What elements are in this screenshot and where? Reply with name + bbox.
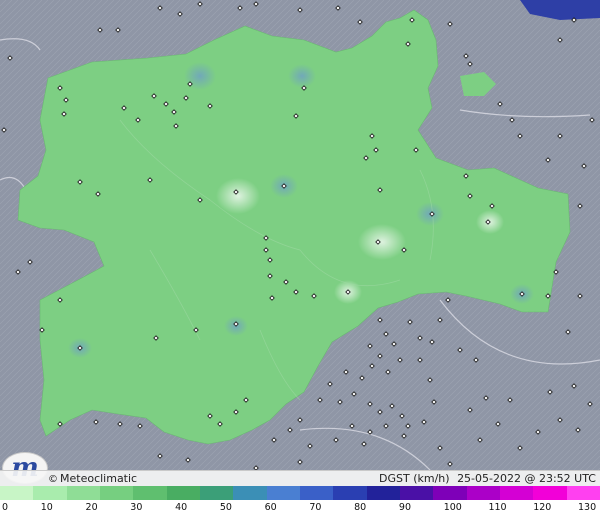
scale-segment [299, 486, 334, 500]
scale-segment [166, 486, 200, 500]
scale-segment [66, 486, 100, 500]
scale-tick-label: 0 [2, 502, 9, 513]
scale-tick-label: 70 [309, 502, 322, 513]
timestamp: 25-05-2022 @ 23:52 UTC [457, 472, 596, 485]
map-view[interactable]: m © Meteoclimatic DGST (km/h) 25-05-2022 … [0, 0, 600, 521]
scale-segment [0, 486, 34, 500]
scale-segment [366, 486, 400, 500]
parameter-label: DGST (km/h) [379, 472, 450, 485]
map-info: DGST (km/h) 25-05-2022 @ 23:52 UTC [375, 471, 596, 487]
scale-segment [533, 486, 567, 500]
scale-tick-label: 110 [488, 502, 507, 513]
calm-spot [184, 62, 216, 90]
scale-tick-label: 50 [219, 502, 232, 513]
terrain-map [0, 0, 600, 470]
scale-segment [133, 486, 167, 500]
color-scale [0, 486, 600, 500]
color-scale-labels: 0 10 20 30 40 50 60 70 80 90 100 110 120 130 [0, 500, 600, 521]
gust-spot [216, 178, 260, 214]
scale-segment [266, 486, 300, 500]
scale-segment [499, 486, 534, 500]
scale-segment [399, 486, 434, 500]
scale-tick-label: 60 [264, 502, 277, 513]
scale-segment [433, 486, 467, 500]
scale-segment [33, 486, 67, 500]
scale-tick-label: 120 [533, 502, 552, 513]
scale-segment [466, 486, 500, 500]
copyright-symbol: © [48, 474, 58, 485]
scale-segment [333, 486, 367, 500]
scale-segment [233, 486, 267, 500]
gust-spot [358, 224, 406, 260]
info-bar: © Meteoclimatic DGST (km/h) 25-05-2022 @ … [0, 470, 600, 487]
scale-segment [566, 486, 600, 500]
scale-segment [99, 486, 134, 500]
scale-segment [199, 486, 234, 500]
scale-tick-label: 90 [398, 502, 412, 513]
brand-name: Meteoclimatic [60, 472, 138, 485]
calm-spot [288, 64, 316, 88]
scale-tick-label: 40 [175, 502, 188, 513]
scale-tick-label: 10 [40, 502, 53, 513]
scale-tick-label: 20 [85, 502, 98, 513]
scale-tick-label: 80 [354, 502, 367, 513]
scale-tick-label: 30 [130, 502, 143, 513]
scale-tick-label: 130 [578, 502, 597, 513]
scale-tick-label: 100 [443, 502, 462, 513]
